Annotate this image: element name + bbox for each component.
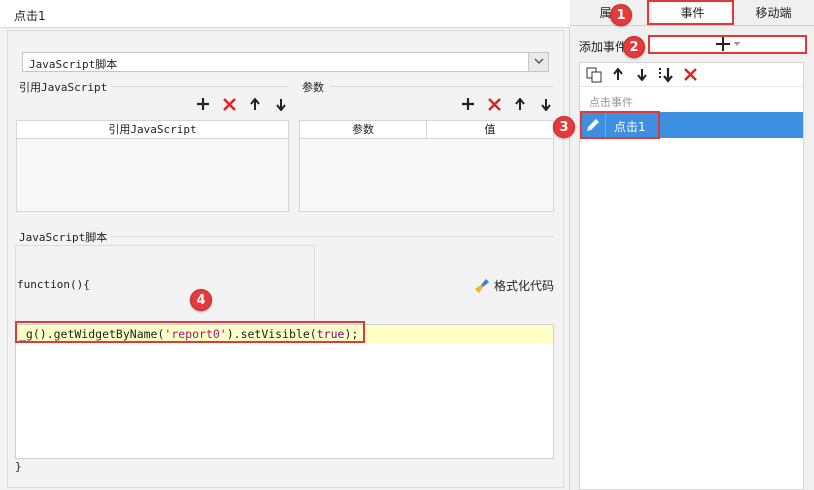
params-table-header: 参数 值 [300, 121, 553, 139]
copy-icon[interactable] [586, 67, 602, 83]
divider [330, 86, 554, 87]
event-category-label: 点击事件 [589, 96, 633, 109]
move-up-icon[interactable] [610, 67, 626, 83]
highlight-events-tab [647, 0, 734, 25]
event-list-toolbar [580, 63, 803, 87]
step-badge-2: 2 [623, 36, 645, 58]
tab-mobile[interactable]: 移动端 [733, 0, 814, 25]
ref-js-table: 引用JavaScript [16, 120, 289, 212]
ref-js-table-header: 引用JavaScript [17, 121, 288, 139]
move-up-icon[interactable] [246, 95, 264, 113]
function-header: function(){ [17, 278, 90, 291]
delete-icon[interactable] [220, 95, 238, 113]
add-event-label: 添加事件 [579, 40, 628, 54]
editor-title-bar: 点击1 [0, 0, 570, 28]
script-type-value: JavaScript脚本 [29, 58, 118, 71]
move-to-bottom-icon[interactable] [658, 67, 674, 83]
step-badge-3: 3 [553, 116, 575, 138]
add-icon[interactable] [194, 95, 212, 113]
script-type-select[interactable]: JavaScript脚本 [22, 52, 549, 72]
params-group-label: 参数 [302, 79, 328, 95]
move-down-icon[interactable] [634, 67, 650, 83]
highlight-add-event [648, 35, 807, 54]
move-up-icon[interactable] [511, 95, 529, 113]
highlight-event-item [580, 111, 660, 139]
ref-js-group-label: 引用JavaScript [19, 79, 112, 95]
add-icon[interactable] [459, 95, 477, 113]
delete-icon[interactable] [485, 95, 503, 113]
params-table: 参数 值 [299, 120, 554, 212]
format-code-label: 格式化代码 [494, 279, 555, 293]
move-down-icon[interactable] [537, 95, 555, 113]
script-group-label: JavaScript脚本 [19, 229, 112, 245]
properties-sidebar: 属性 事件 移动端 添加事件 点击事件 点击1 [571, 0, 814, 490]
function-footer: } [15, 460, 22, 473]
divider [108, 236, 554, 237]
chevron-down-icon[interactable] [528, 53, 548, 71]
step-badge-4: 4 [190, 289, 212, 311]
ref-js-toolbar [194, 95, 290, 113]
delete-icon[interactable] [682, 67, 698, 83]
highlight-code-line [15, 321, 365, 343]
step-badge-1: 1 [610, 4, 632, 26]
move-down-icon[interactable] [272, 95, 290, 113]
column-header: 引用JavaScript [108, 123, 197, 136]
code-editor[interactable]: _g().getWidgetByName('report0').setVisib… [15, 324, 554, 459]
editor-title: 点击1 [14, 9, 46, 23]
column-header: 值 [484, 123, 496, 136]
format-code-button[interactable]: 格式化代码 [474, 277, 554, 294]
event-editor-panel: 点击1 JavaScript脚本 引用JavaScript 引用JavaScri… [0, 0, 570, 490]
broom-icon [475, 278, 489, 293]
params-toolbar [459, 95, 555, 113]
divider [104, 86, 288, 87]
column-header: 参数 [300, 121, 427, 138]
